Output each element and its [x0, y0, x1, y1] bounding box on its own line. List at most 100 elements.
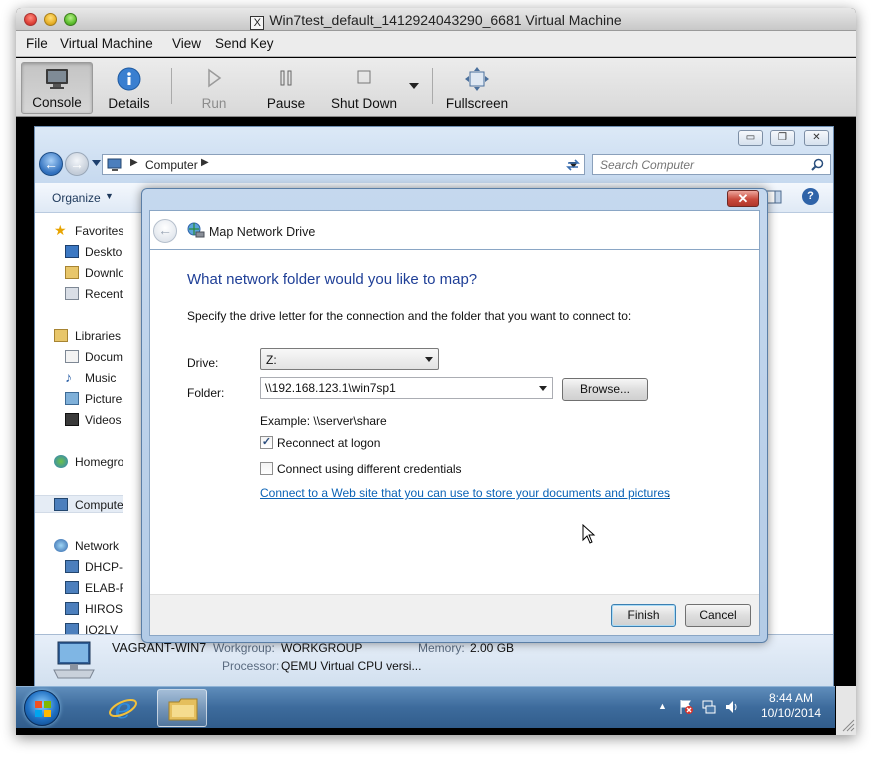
run-button[interactable]: Run	[184, 62, 244, 114]
network-status-icon[interactable]	[701, 699, 717, 715]
fullscreen-icon	[465, 67, 489, 91]
search-box[interactable]	[592, 154, 831, 175]
menu-view[interactable]: View	[172, 36, 201, 51]
nav-network[interactable]: Network	[35, 537, 123, 555]
guest-display[interactable]: ▭ ❐ ✕ ← → ▶ Computer ▶ Search Computer O…	[16, 118, 856, 735]
address-bar[interactable]: ▶ Computer ▶	[102, 154, 585, 175]
nav-network-item[interactable]: ELAB-R	[35, 579, 123, 597]
computer-icon	[107, 158, 122, 171]
drive-select[interactable]: Z:	[260, 348, 439, 370]
start-button[interactable]	[24, 690, 60, 726]
pause-icon	[280, 70, 292, 86]
vm-toolbar: Console Details Run Pause Shut Down Full…	[16, 58, 856, 117]
nav-pictures[interactable]: Pictures	[35, 390, 123, 408]
folder-icon	[168, 698, 198, 721]
network-icon	[54, 539, 68, 552]
nav-recent-places[interactable]: Recent Places	[35, 285, 123, 303]
windows-logo-icon	[35, 701, 51, 717]
organize-menu[interactable]: Organize	[52, 191, 101, 205]
console-button[interactable]: Console	[21, 62, 93, 114]
close-icon[interactable]: ✕	[804, 130, 829, 146]
details-button[interactable]: Details	[96, 62, 162, 114]
breadcrumb-arrow-icon[interactable]: ▶	[130, 157, 138, 168]
workgroup-value: WORKGROUP	[281, 641, 363, 655]
shut-down-label: Shut Down	[330, 96, 398, 111]
nav-network-item[interactable]: DHCP-	[35, 558, 123, 576]
back-arrow-icon[interactable]: ←	[39, 152, 63, 176]
computer-large-icon	[53, 641, 95, 679]
breadcrumb-arrow-icon[interactable]: ▶	[201, 157, 209, 168]
computer-icon	[65, 623, 79, 634]
pause-button[interactable]: Pause	[256, 62, 316, 114]
volume-icon[interactable]	[724, 699, 740, 715]
nav-favorites[interactable]: ★ Favorites	[35, 222, 123, 240]
cancel-button[interactable]: Cancel	[685, 604, 751, 627]
nav-homegroup[interactable]: Homegroup	[35, 453, 123, 471]
window-title-text: Win7test_default_1412924043290_6681 Virt…	[269, 12, 622, 28]
link-period: .	[667, 486, 671, 500]
fullscreen-button[interactable]: Fullscreen	[441, 62, 513, 114]
map-network-drive-dialog: ✕ ← Map Network Drive What network folde…	[141, 188, 768, 643]
workgroup-label: Workgroup:	[213, 641, 275, 655]
reconnect-checkbox[interactable]: ✓	[260, 436, 273, 449]
minimize-icon[interactable]: ▭	[738, 130, 763, 146]
nav-downloads[interactable]: Downloads	[35, 264, 123, 282]
organize-dropdown-icon[interactable]: ▼	[105, 191, 114, 201]
menu-send-key[interactable]: Send Key	[215, 36, 274, 51]
dialog-body: What network folder would you like to ma…	[149, 249, 760, 636]
web-site-link[interactable]: Connect to a Web site that you can use t…	[260, 486, 670, 500]
browse-button[interactable]: Browse...	[562, 378, 648, 401]
chevron-down-icon[interactable]	[539, 386, 547, 391]
shut-down-menu-arrow-icon[interactable]	[408, 82, 420, 90]
desktop-icon	[65, 245, 79, 258]
nav-music[interactable]: ♪ Music	[35, 369, 123, 387]
nav-desktop[interactable]: Desktop	[35, 243, 123, 261]
nav-videos[interactable]: Videos	[35, 411, 123, 429]
forward-arrow-icon[interactable]: →	[65, 152, 89, 176]
computer-icon	[54, 498, 68, 511]
shut-down-button[interactable]: Shut Down	[326, 62, 402, 114]
action-center-icon[interactable]	[678, 699, 694, 715]
show-hidden-icons-icon[interactable]: ▲	[658, 701, 667, 711]
details-label: Details	[108, 96, 150, 111]
stop-icon	[357, 70, 371, 84]
restore-icon[interactable]: ❐	[770, 130, 795, 146]
recent-pages-arrow-icon[interactable]	[92, 160, 101, 167]
search-input[interactable]	[598, 156, 798, 174]
menu-virtual-machine[interactable]: Virtual Machine	[60, 36, 153, 51]
credentials-checkbox[interactable]	[260, 462, 273, 475]
nav-network-item[interactable]: HIROS	[35, 600, 123, 618]
example-text: Example: \\server\share	[260, 414, 387, 428]
finish-button[interactable]: Finish	[611, 604, 676, 627]
preview-pane-icon[interactable]	[766, 189, 782, 205]
fullscreen-label: Fullscreen	[445, 96, 509, 111]
chevron-down-icon	[425, 357, 433, 362]
explorer-taskbar-button[interactable]	[157, 689, 207, 727]
dialog-footer: Finish Cancel	[150, 594, 759, 635]
back-arrow-icon[interactable]: ←	[153, 219, 177, 243]
internet-explorer-taskbar-button[interactable]: e	[98, 689, 148, 727]
drive-value: Z:	[266, 353, 277, 367]
refresh-icon[interactable]	[565, 157, 581, 173]
help-icon[interactable]: ?	[802, 188, 819, 205]
network-drive-icon	[187, 222, 205, 238]
search-icon[interactable]	[811, 158, 824, 171]
reconnect-label[interactable]: Reconnect at logon	[277, 436, 380, 450]
star-icon: ★	[54, 222, 67, 238]
nav-computer[interactable]: Computer	[35, 495, 123, 513]
menu-file[interactable]: File	[26, 36, 48, 51]
computer-icon	[65, 581, 79, 594]
credentials-label[interactable]: Connect using different credentials	[277, 462, 462, 476]
resize-grip-icon[interactable]	[841, 718, 855, 732]
breadcrumb-computer[interactable]: Computer	[145, 158, 198, 172]
clock-date: 10/10/2014	[760, 706, 821, 720]
system-clock[interactable]: 8:44 AM 10/10/2014	[761, 691, 821, 721]
nav-documents[interactable]: Documents	[35, 348, 123, 366]
close-icon[interactable]: ✕	[727, 190, 759, 207]
pictures-icon	[65, 392, 79, 405]
nav-libraries[interactable]: Libraries	[35, 327, 123, 345]
folder-input[interactable]: \\192.168.123.1\win7sp1	[260, 377, 553, 399]
nav-network-item[interactable]: IQ2LV	[35, 621, 123, 634]
folder-label: Folder:	[187, 386, 225, 400]
play-icon	[208, 68, 222, 88]
